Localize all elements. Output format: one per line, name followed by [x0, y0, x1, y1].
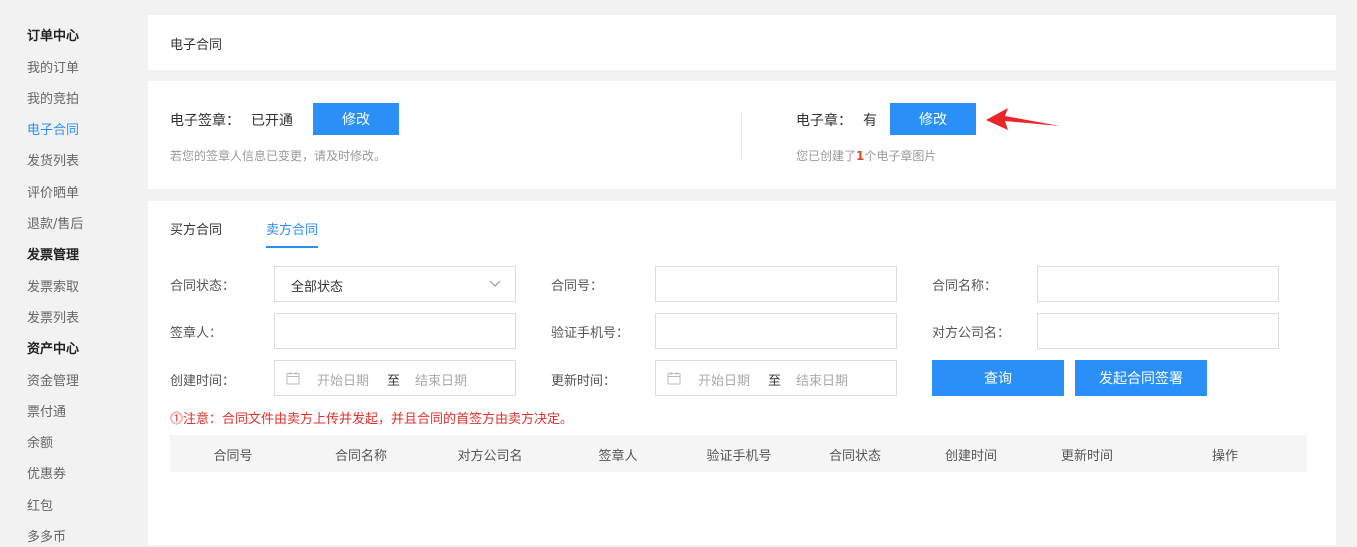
status-select[interactable]: 全部状态 — [274, 266, 516, 302]
signer-input[interactable] — [274, 313, 516, 349]
status-label: 合同状态： — [170, 279, 236, 294]
column-counterparty: 对方公司名 — [457, 449, 523, 464]
page-title: 电子合同 — [170, 38, 223, 53]
column-signer: 签章人 — [598, 449, 638, 464]
sidebar-group-invoice: 发票管理 — [27, 248, 80, 263]
phone-input[interactable] — [655, 313, 897, 349]
initiate-contract-button[interactable]: 发起合同签署 — [1075, 360, 1207, 396]
sidebar-group-assets: 资产中心 — [27, 342, 80, 357]
column-updated: 更新时间 — [1060, 449, 1114, 464]
red-arrow-icon — [986, 108, 1060, 130]
created-start-date[interactable]: 开始日期 — [317, 370, 369, 389]
contract-no-input[interactable] — [655, 266, 897, 302]
notice-text: ⓵注意：合同文件由卖方上传并发起，并且合同的首签方由卖方决定。 — [170, 412, 574, 427]
stamp-status: 有 — [863, 113, 877, 129]
sidebar-item-piaofutong[interactable]: 票付通 — [27, 404, 66, 422]
created-range-separator: 至 — [387, 374, 401, 389]
column-phone: 验证手机号 — [706, 449, 772, 464]
column-contract-name: 合同名称 — [334, 449, 388, 464]
divider — [741, 113, 742, 159]
signature-hint: 若您的签章人信息已变更，请及时修改。 — [170, 149, 387, 163]
sidebar-item-e-contract[interactable]: 电子合同 — [27, 122, 79, 140]
updated-time-label: 更新时间： — [551, 374, 617, 389]
column-contract-no: 合同号 — [213, 449, 253, 464]
sidebar-group-order-center: 订单中心 — [27, 29, 80, 44]
column-status: 合同状态 — [828, 449, 882, 464]
updated-range-separator: 至 — [768, 374, 782, 389]
query-button[interactable]: 查询 — [932, 360, 1064, 396]
signature-label: 电子签章： — [170, 113, 240, 129]
calendar-icon — [667, 372, 681, 385]
created-time-label: 创建时间： — [170, 374, 236, 389]
sidebar-item-my-orders[interactable]: 我的订单 — [27, 60, 79, 78]
signer-label: 签章人： — [170, 326, 223, 341]
sidebar-item-funds[interactable]: 资金管理 — [27, 373, 79, 391]
table-header: 合同号 合同名称 对方公司名 签章人 验证手机号 合同状态 创建时间 更新时间 … — [170, 435, 1307, 472]
created-date-range[interactable]: 开始日期 至 结束日期 — [274, 360, 516, 396]
seal-panel: 电子签章： 已开通 修改 若您的签章人信息已变更，请及时修改。 电子章： 有 修… — [148, 81, 1336, 189]
sidebar-item-invoice-list[interactable]: 发票列表 — [27, 310, 79, 328]
column-created: 创建时间 — [944, 449, 998, 464]
signature-modify-button[interactable]: 修改 — [313, 103, 399, 135]
stamp-label: 电子章： — [796, 113, 852, 129]
updated-start-date[interactable]: 开始日期 — [698, 370, 750, 389]
stamp-hint-suffix: 个电子章图片 — [864, 149, 937, 163]
sidebar-item-red-packet[interactable]: 红包 — [27, 498, 53, 516]
sidebar-item-shipping-list[interactable]: 发货列表 — [27, 153, 79, 171]
counterparty-label: 对方公司名： — [932, 326, 1011, 341]
created-end-date[interactable]: 结束日期 — [415, 370, 467, 389]
chevron-down-icon — [489, 280, 501, 287]
breadcrumb-panel: 电子合同 — [148, 15, 1336, 70]
calendar-icon — [286, 372, 300, 385]
stamp-hint-prefix: 您已创建了 — [796, 149, 857, 163]
stamp-hint: 您已创建了1个电子章图片 — [796, 147, 936, 164]
signature-status: 已开通 — [251, 113, 293, 129]
stamp-modify-button[interactable]: 修改 — [890, 103, 976, 135]
sidebar-item-reviews[interactable]: 评价晒单 — [27, 185, 79, 203]
status-select-value: 全部状态 — [291, 280, 344, 295]
sidebar-item-balance[interactable]: 余额 — [27, 435, 53, 453]
sidebar: 订单中心 我的订单 我的竞拍 电子合同 发货列表 评价晒单 退款/售后 发票管理… — [0, 0, 140, 545]
contract-no-label: 合同号： — [551, 279, 604, 294]
tab-seller-contract[interactable]: 卖方合同 — [266, 219, 319, 248]
contract-name-input[interactable] — [1037, 266, 1279, 302]
updated-end-date[interactable]: 结束日期 — [796, 370, 848, 389]
sidebar-item-invoice-request[interactable]: 发票索取 — [27, 279, 79, 297]
column-actions: 操作 — [1211, 449, 1239, 464]
sidebar-item-my-auctions[interactable]: 我的竞拍 — [27, 91, 79, 109]
sidebar-item-duoduo-coin[interactable]: 多多币 — [27, 529, 66, 547]
sidebar-item-refund[interactable]: 退款/售后 — [27, 216, 83, 234]
updated-date-range[interactable]: 开始日期 至 结束日期 — [655, 360, 897, 396]
contract-name-label: 合同名称： — [932, 279, 998, 294]
counterparty-input[interactable] — [1037, 313, 1279, 349]
phone-label: 验证手机号： — [551, 326, 630, 341]
sidebar-item-coupons[interactable]: 优惠券 — [27, 466, 66, 484]
main-panel: 买方合同 卖方合同 合同状态： 全部状态 合同号： 合同名称： 签章人： 验证手… — [148, 201, 1336, 545]
tab-buyer-contract[interactable]: 买方合同 — [170, 219, 222, 246]
